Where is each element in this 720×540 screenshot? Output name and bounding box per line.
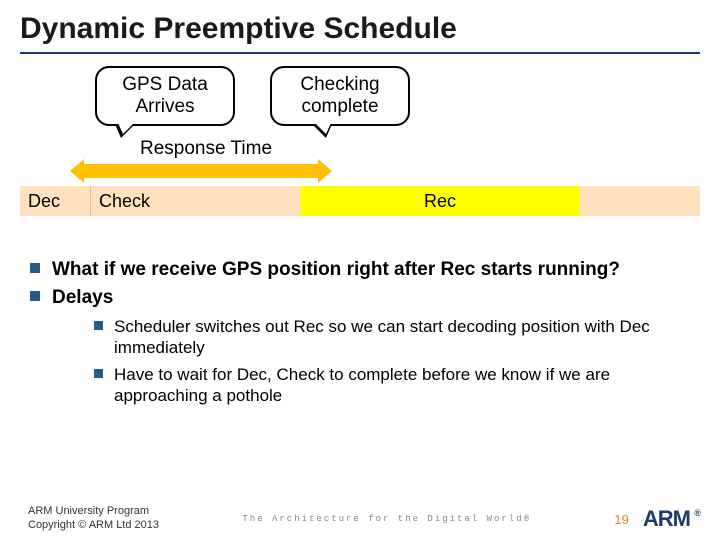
bullet-delays: Delays Scheduler switches out Rec so we … [30,286,690,407]
response-time-arrow-icon [84,164,318,178]
arm-logo-text: ARM [643,506,690,531]
timeline-seg-tail [580,186,700,216]
bullet-list: What if we receive GPS position right af… [30,258,690,407]
footer-line1: ARM University Program [28,505,159,519]
schedule-diagram: GPS Data Arrives Checking complete Respo… [20,66,700,236]
sub-bullet-scheduler: Scheduler switches out Rec so we can sta… [94,316,690,359]
timeline-seg-check: Check [90,186,300,216]
speech-check: Checking complete [270,66,410,126]
speech-tail-icon [312,124,332,138]
timeline-seg-dec: Dec [20,186,90,216]
footer-line2: Copyright © ARM Ltd 2013 [28,519,159,533]
footer-text: ARM University Program Copyright © ARM L… [28,505,159,533]
arm-logo: ARM ® [643,506,700,532]
footer-tagline: The Architecture for the Digital World® [159,514,614,524]
speech-gps-text: GPS Data Arrives [122,74,208,117]
sub-bullet-wait: Have to wait for Dec, Check to complete … [94,364,690,407]
timeline-seg-rec: Rec [300,186,580,216]
speech-check-text: Checking complete [300,74,379,117]
registered-icon: ® [694,508,700,518]
timeline-bar: Dec Check Rec [20,186,700,216]
page-number: 19 [614,512,628,527]
bullet-whatif: What if we receive GPS position right af… [30,258,690,282]
title-rule [20,52,700,54]
bullet-delays-label: Delays [52,287,113,308]
speech-tail-icon [115,124,135,138]
response-time-label: Response Time [140,138,272,160]
sub-bullet-list: Scheduler switches out Rec so we can sta… [94,316,690,407]
footer: ARM University Program Copyright © ARM L… [0,492,720,540]
page-title: Dynamic Preemptive Schedule [0,0,720,52]
speech-gps: GPS Data Arrives [95,66,235,126]
